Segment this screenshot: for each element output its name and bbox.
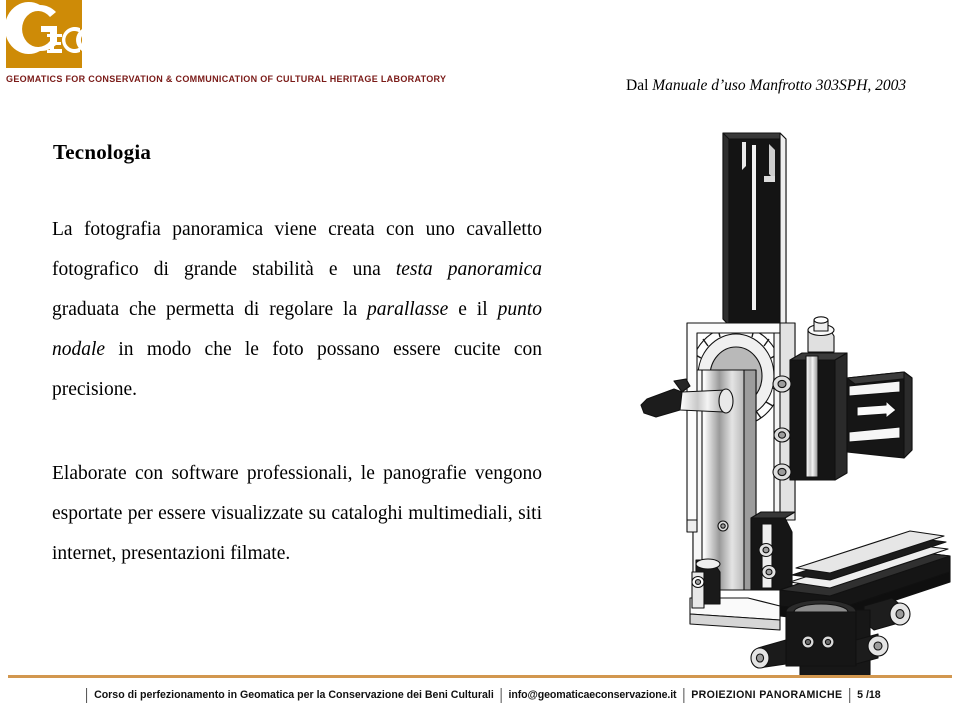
lower-arm-linkage (750, 511, 796, 591)
para-1-run-4: e il (448, 299, 498, 320)
footer-course: Corso di perfezionamento in Geomatica pe… (94, 689, 494, 701)
source-prefix: Dal (626, 77, 653, 94)
source-title: Manuale d’uso Manfrotto 303SPH (652, 77, 868, 94)
page-title: Tecnologia (53, 140, 152, 164)
para-1-run-2: graduata che permetta di regolare la (52, 299, 368, 320)
laboratory-tagline: GEOMATICS FOR CONSERVATION & COMMUNICATI… (6, 74, 447, 84)
slide-header: GEOMATICS FOR CONSERVATION & COMMUNICATI… (0, 0, 960, 112)
source-suffix: , 2003 (867, 77, 907, 94)
source-reference: Dal Manuale d’uso Manfrotto 303SPH, 2003 (626, 76, 956, 95)
para-1-run-3: parallasse (367, 299, 449, 320)
paragraph-1: La fotografia panoramica viene creata co… (52, 210, 542, 410)
slide-footer: | Corso di perfezionamento in Geomatica … (0, 684, 960, 706)
para-1-run-6: in modo che le foto possano essere cucit… (52, 339, 542, 400)
body-text-column: La fotografia panoramica viene creata co… (52, 210, 542, 574)
footer-email[interactable]: info@geomaticaeconservazione.it (509, 689, 677, 701)
quick-release-bracket (846, 371, 913, 459)
para-1-run-1: testa panoramica (395, 259, 542, 280)
footer-section: PROIEZIONI PANORAMICHE (691, 689, 843, 701)
footer-page-number: 5 /18 (857, 689, 881, 701)
logo-wordmark-geco (4, 0, 103, 68)
paragraph-2: Elaborate con software professionali, le… (52, 454, 542, 574)
manfrotto-303sph-panoramic-head-drawing (630, 120, 960, 680)
upper-vertical-rail (722, 132, 787, 326)
footer-separator-4: | (848, 686, 852, 704)
footer-separator-3: | (682, 686, 686, 704)
footer-separator-1: | (85, 686, 89, 704)
footer-separator-2: | (499, 686, 503, 704)
geco-logo (4, 0, 103, 68)
footer-rule (8, 675, 952, 678)
para-2-run-0: Elaborate con software professionali, le… (52, 463, 542, 564)
